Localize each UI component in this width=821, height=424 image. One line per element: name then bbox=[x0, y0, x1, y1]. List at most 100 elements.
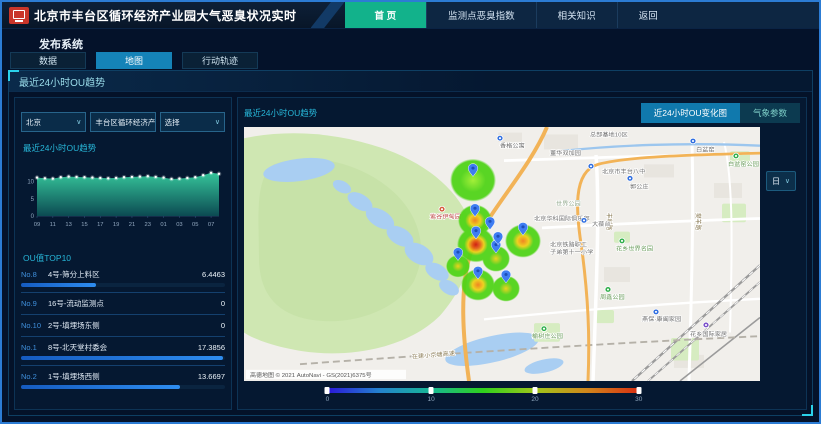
map-label: 北京铁路职工 bbox=[550, 241, 587, 249]
data-point bbox=[147, 175, 149, 177]
data-point bbox=[60, 176, 62, 178]
map-label: 花乡国际家居 bbox=[690, 330, 727, 338]
heat-legend-bar: 0102030 bbox=[327, 388, 638, 393]
data-point bbox=[186, 177, 188, 179]
ou-bar bbox=[21, 385, 180, 389]
x-tick-label: 05 bbox=[192, 222, 198, 228]
area-series bbox=[37, 173, 219, 216]
nav-item-监测点恶臭指数[interactable]: 监测点恶臭指数 bbox=[426, 2, 536, 28]
filter-select-2[interactable]: 选择∨ bbox=[160, 112, 225, 132]
rank-label: No.8 bbox=[21, 270, 48, 279]
ou-toplist: No.84号-筛分上料区6.4463 No.916号-流动监测点0 No.102号-… bbox=[21, 269, 225, 389]
chevron-down-icon: ∨ bbox=[785, 177, 790, 185]
site-name: 8号-北天堂村委会 bbox=[48, 342, 198, 353]
toplist-title: OU值TOP10 bbox=[23, 252, 225, 264]
legend-node bbox=[325, 387, 330, 394]
map-pin-dot bbox=[473, 207, 476, 210]
data-point bbox=[115, 177, 117, 179]
map-label: 周鑫公园 bbox=[600, 293, 625, 301]
poi-icon-dot bbox=[499, 137, 501, 139]
select-row: 北京∨丰台区循环经济产∨选择∨ bbox=[21, 112, 225, 132]
top-header: 北京市丰台区循环经济产业园大气恶臭状况实时 首 页监测点恶臭指数相关知识返回 bbox=[2, 2, 819, 29]
poi-icon-dot bbox=[655, 311, 657, 313]
map-header: 最近24小时OU趋势 近24小时OU变化图气象参数 bbox=[244, 102, 800, 124]
toplist-row: No.102号-填埋场东侧0 bbox=[21, 320, 225, 337]
map-body: 香格公寓总部基地10区董华双加园白盆窑白盆窑公园北京市丰台八中郭公庄世界公园丰科… bbox=[244, 127, 800, 381]
legend-node bbox=[532, 387, 537, 394]
publish-tab-行动轨迹[interactable]: 行动轨迹 bbox=[182, 52, 258, 69]
site-name: 1号-填埋场西侧 bbox=[48, 371, 198, 382]
data-point bbox=[123, 176, 125, 178]
toplist-row: No.84号-筛分上料区6.4463 bbox=[21, 269, 225, 293]
legend-tick-label: 20 bbox=[531, 396, 538, 403]
publish-tab-地图[interactable]: 地图 bbox=[96, 52, 172, 69]
publish-tabs: 数据地图行动轨迹 bbox=[10, 52, 258, 69]
ou-bar bbox=[21, 356, 223, 360]
chevron-down-icon: ∨ bbox=[215, 118, 220, 126]
data-point bbox=[75, 176, 77, 178]
time-granularity-select[interactable]: 日 ∨ bbox=[766, 171, 796, 191]
map-label: 总部基地10区 bbox=[590, 131, 628, 139]
data-point bbox=[67, 175, 69, 177]
map-button-近24小时OU变化图[interactable]: 近24小时OU变化图 bbox=[641, 103, 740, 123]
map-button-气象参数[interactable]: 气象参数 bbox=[740, 103, 800, 123]
data-point bbox=[162, 176, 164, 178]
map-label: 董华双加园 bbox=[550, 149, 581, 157]
ou-bar-track bbox=[21, 385, 225, 389]
nav-item-返回[interactable]: 返回 bbox=[617, 2, 679, 28]
ou-bar-track bbox=[21, 283, 225, 287]
ou-value: 17.3856 bbox=[198, 343, 225, 352]
map-pin-dot bbox=[456, 251, 459, 254]
map-pin-dot bbox=[474, 229, 477, 232]
row-divider bbox=[21, 292, 225, 293]
nav-item-相关知识[interactable]: 相关知识 bbox=[536, 2, 617, 28]
site-name: 4号-筛分上料区 bbox=[48, 269, 202, 280]
x-tick-label: 23 bbox=[145, 222, 151, 228]
nav-item-首 页[interactable]: 首 页 bbox=[345, 2, 427, 28]
site-name: 2号-填埋场东侧 bbox=[48, 320, 221, 331]
ou-value: 6.4463 bbox=[202, 270, 225, 279]
row-divider bbox=[21, 314, 225, 315]
map-label: 樊羊路 bbox=[694, 213, 702, 230]
data-point bbox=[83, 176, 85, 178]
row-divider bbox=[21, 336, 225, 337]
data-point bbox=[91, 176, 93, 178]
ou-bar-track bbox=[21, 356, 225, 360]
row-divider bbox=[21, 365, 225, 366]
publish-tab-数据[interactable]: 数据 bbox=[10, 52, 86, 69]
site-name: 16号-流动监测点 bbox=[48, 298, 221, 309]
map-pin-dot bbox=[476, 269, 479, 272]
app-logo-icon bbox=[9, 7, 29, 24]
x-tick-label: 11 bbox=[50, 222, 56, 228]
top-nav: 首 页监测点恶臭指数相关知识返回 bbox=[345, 2, 819, 28]
left-panel: 北京∨丰台区循环经济产∨选择∨ 最近24小时OU趋势 0510091113151… bbox=[14, 97, 232, 410]
map-label: 世界公园 bbox=[556, 200, 581, 208]
legend-tick-label: 0 bbox=[326, 396, 330, 403]
data-point bbox=[131, 176, 133, 178]
map-pin-dot bbox=[488, 220, 491, 223]
ou-value: 0 bbox=[221, 321, 225, 330]
x-tick-label: 21 bbox=[129, 222, 135, 228]
map-label: 白盆窑 bbox=[696, 145, 715, 153]
toplist-row-line: No.18号-北天堂村委会17.3856 bbox=[21, 342, 225, 353]
poi-icon-dot bbox=[621, 240, 623, 242]
map-buttons: 近24小时OU变化图气象参数 bbox=[641, 103, 800, 123]
legend-node bbox=[429, 387, 434, 394]
toplist-row-line: No.21号-填埋场西侧13.6697 bbox=[21, 371, 225, 382]
x-tick-label: 15 bbox=[81, 222, 87, 228]
poi-icon-dot bbox=[705, 324, 707, 326]
poi-icon-dot bbox=[441, 208, 443, 210]
data-point bbox=[52, 177, 54, 179]
poi-icon-dot bbox=[590, 165, 592, 167]
app-window: 北京市丰台区循环经济产业园大气恶臭状况实时 首 页监测点恶臭指数相关知识返回 发… bbox=[0, 0, 821, 424]
map-canvas[interactable]: 香格公寓总部基地10区董华双加园白盆窑白盆窑公园北京市丰台八中郭公庄世界公园丰科… bbox=[244, 127, 760, 381]
data-point bbox=[99, 177, 101, 179]
filter-select-0[interactable]: 北京∨ bbox=[21, 112, 86, 132]
poi-icon-dot bbox=[607, 288, 609, 290]
map-svg: 香格公寓总部基地10区董华双加园白盆窑白盆窑公园北京市丰台八中郭公庄世界公园丰科… bbox=[244, 127, 760, 381]
toplist-row-line: No.102号-填埋场东侧0 bbox=[21, 320, 225, 331]
poi-icon-dot bbox=[692, 140, 694, 142]
toplist-row: No.916号-流动监测点0 bbox=[21, 298, 225, 315]
map-label: 白盆窑公园 bbox=[728, 160, 759, 168]
filter-select-1[interactable]: 丰台区循环经济产∨ bbox=[90, 112, 155, 132]
